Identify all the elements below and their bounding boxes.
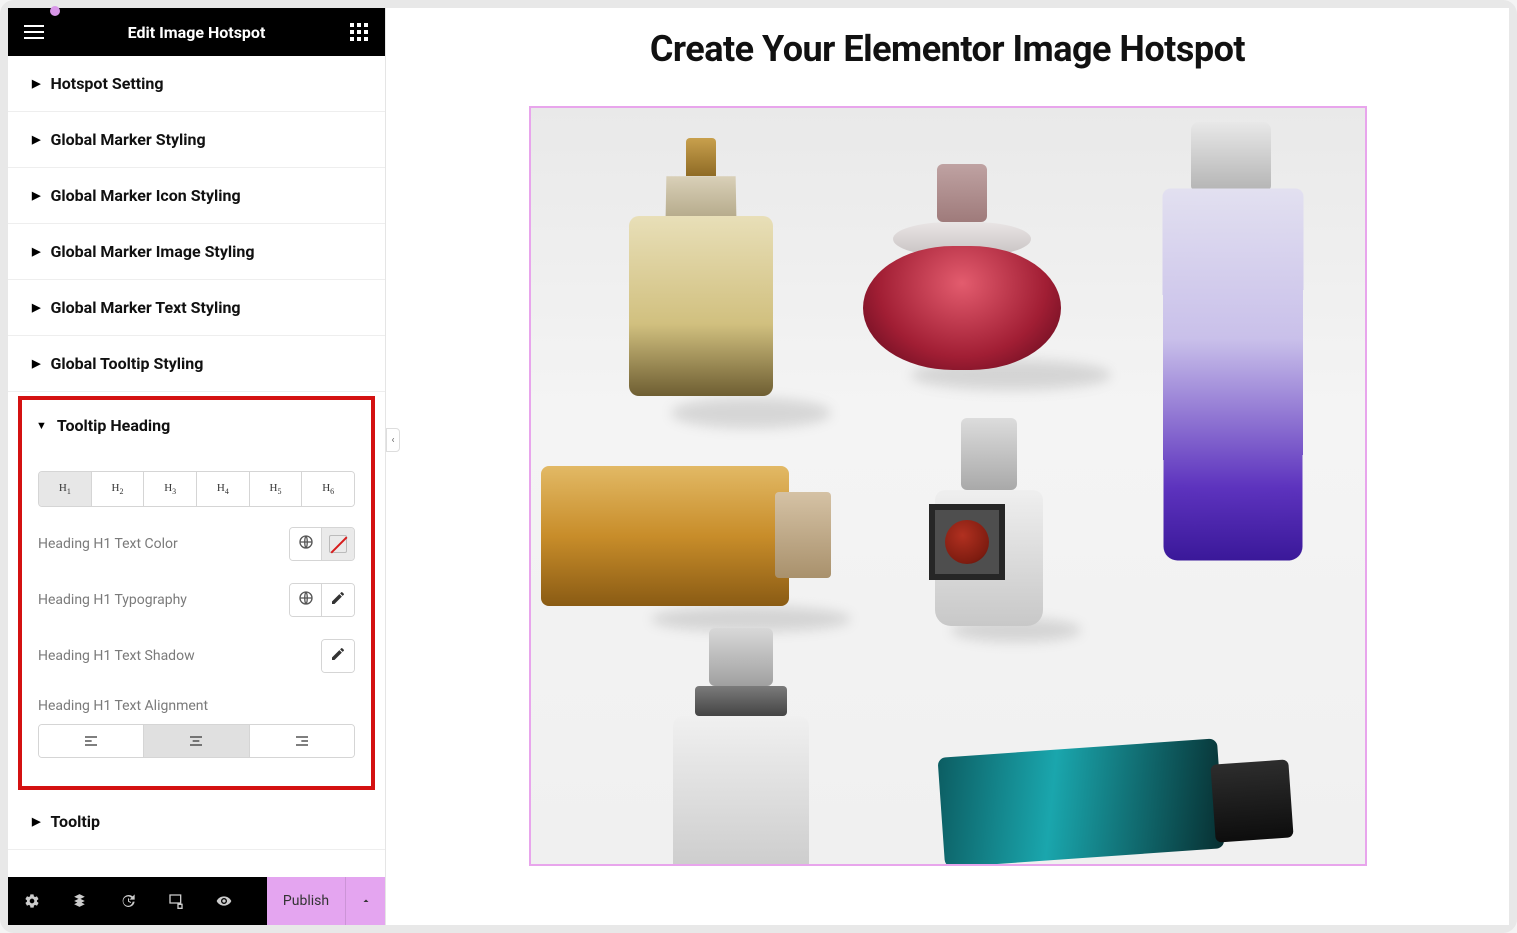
perfume-bottle xyxy=(601,138,801,418)
caret-right-icon: ▶ xyxy=(32,301,40,314)
align-center-button[interactable] xyxy=(144,725,249,757)
publish-options-button[interactable] xyxy=(345,877,385,925)
tab-h5[interactable]: H5 xyxy=(250,472,303,506)
section-label: Global Marker Styling xyxy=(50,130,205,149)
align-right-button[interactable] xyxy=(250,725,354,757)
section-label: Global Marker Icon Styling xyxy=(50,186,240,205)
marker-dot-icon xyxy=(945,520,989,564)
panel-footer: Publish xyxy=(8,877,385,925)
section-label: Tooltip xyxy=(50,812,100,831)
perfume-bottle xyxy=(641,628,841,866)
preview-canvas: Create Your Elementor Image Hotspot xyxy=(386,8,1509,925)
image-hotspot-widget[interactable] xyxy=(529,106,1367,866)
typography-edit-button[interactable] xyxy=(322,584,354,616)
collapse-panel-button[interactable]: ‹ xyxy=(386,428,400,452)
tab-h2[interactable]: H2 xyxy=(92,472,145,506)
perfume-bottle xyxy=(1131,122,1331,572)
tab-h1[interactable]: H1 xyxy=(39,472,92,506)
hotspot-marker[interactable] xyxy=(929,504,1005,580)
pencil-icon xyxy=(330,590,346,610)
control-typography: Heading H1 Typography xyxy=(38,583,355,617)
caret-right-icon: ▶ xyxy=(32,77,40,90)
caret-right-icon: ▶ xyxy=(32,189,40,202)
editor-side-panel: Edit Image Hotspot ▶ Hotspot Setting ▶ Glo… xyxy=(8,8,386,925)
caret-right-icon: ▶ xyxy=(32,815,40,828)
section-global-marker-text[interactable]: ▶ Global Marker Text Styling xyxy=(8,280,385,336)
no-color-icon xyxy=(329,535,347,553)
settings-button[interactable] xyxy=(8,877,56,925)
menu-icon[interactable] xyxy=(22,20,46,44)
widgets-grid-icon[interactable] xyxy=(347,20,371,44)
publish-button[interactable]: Publish xyxy=(267,877,345,925)
globe-icon xyxy=(298,590,314,610)
global-color-button[interactable] xyxy=(290,528,322,560)
navigator-button[interactable] xyxy=(56,877,104,925)
section-label: Global Marker Image Styling xyxy=(50,242,254,261)
section-global-marker-styling[interactable]: ▶ Global Marker Styling xyxy=(8,112,385,168)
control-alignment: Heading H1 Text Alignment xyxy=(38,695,355,758)
caret-right-icon: ▶ xyxy=(32,133,40,146)
section-hotspot-setting[interactable]: ▶ Hotspot Setting xyxy=(8,56,385,112)
preview-button[interactable] xyxy=(200,877,248,925)
notification-dot xyxy=(50,6,60,16)
tooltip-heading-body: H1 H2 H3 H4 H5 H6 Heading H1 Text Color xyxy=(22,451,371,786)
global-typography-button[interactable] xyxy=(290,584,322,616)
section-global-tooltip[interactable]: ▶ Global Tooltip Styling xyxy=(8,336,385,392)
tab-h4[interactable]: H4 xyxy=(197,472,250,506)
caret-down-icon: ▼ xyxy=(36,419,47,432)
align-left-button[interactable] xyxy=(39,725,144,757)
globe-icon xyxy=(298,534,314,554)
section-label: Global Tooltip Styling xyxy=(50,354,203,373)
section-global-marker-icon[interactable]: ▶ Global Marker Icon Styling xyxy=(8,168,385,224)
publish-label: Publish xyxy=(283,893,329,909)
history-button[interactable] xyxy=(104,877,152,925)
section-tooltip[interactable]: ▶ Tooltip xyxy=(8,794,385,850)
control-text-color: Heading H1 Text Color xyxy=(38,527,355,561)
control-label: Heading H1 Text Color xyxy=(38,536,178,552)
section-label: Tooltip Heading xyxy=(57,416,170,435)
section-global-marker-image[interactable]: ▶ Global Marker Image Styling xyxy=(8,224,385,280)
section-tooltip-heading: ▼ Tooltip Heading H1 H2 H3 H4 H5 H6 Head… xyxy=(18,396,375,790)
tab-h3[interactable]: H3 xyxy=(144,472,197,506)
control-label: Heading H1 Typography xyxy=(38,592,187,608)
caret-right-icon: ▶ xyxy=(32,245,40,258)
heading-level-tabs: H1 H2 H3 H4 H5 H6 xyxy=(38,471,355,507)
panel-title: Edit Image Hotspot xyxy=(128,23,266,42)
section-label: Global Marker Text Styling xyxy=(50,298,240,317)
control-label: Heading H1 Text Shadow xyxy=(38,648,195,664)
panel-body: ▶Hotspot Setting ▶Global Marker Styling … xyxy=(8,56,385,877)
section-label: Hotspot Setting xyxy=(50,74,163,93)
perfume-bottle xyxy=(541,452,831,620)
control-label: Heading H1 Text Alignment xyxy=(38,698,208,714)
tab-h6[interactable]: H6 xyxy=(302,472,354,506)
page-title: Create Your Elementor Image Hotspot xyxy=(426,28,1469,70)
pencil-icon xyxy=(330,646,346,666)
caret-right-icon: ▶ xyxy=(32,357,40,370)
color-picker-button[interactable] xyxy=(322,528,354,560)
text-shadow-edit-button[interactable] xyxy=(322,640,354,672)
panel-header: Edit Image Hotspot xyxy=(8,8,385,56)
perfume-bottle xyxy=(857,164,1067,384)
perfume-bottle xyxy=(911,738,1291,866)
section-tooltip-heading-header[interactable]: ▼ Tooltip Heading xyxy=(22,400,371,451)
control-text-shadow: Heading H1 Text Shadow xyxy=(38,639,355,673)
responsive-button[interactable] xyxy=(152,877,200,925)
